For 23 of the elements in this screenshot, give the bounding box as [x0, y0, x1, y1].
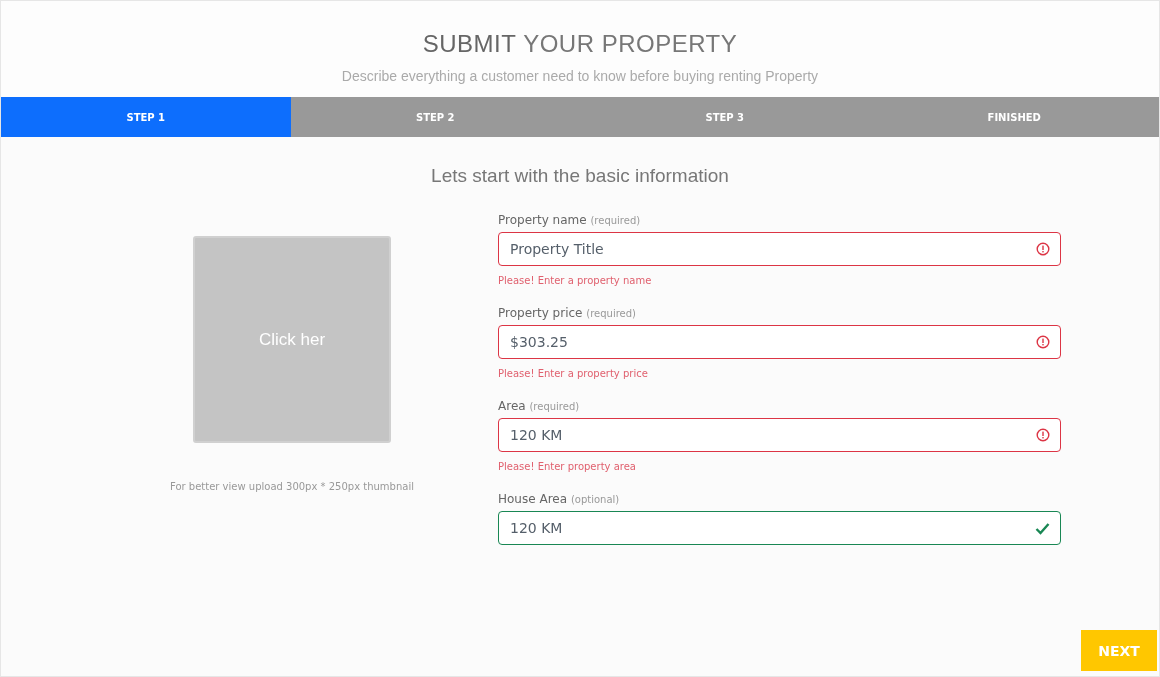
- field-label: Property price (required): [498, 306, 637, 320]
- upload-hint: For better view upload 300px * 250px thumbnail: [170, 481, 414, 492]
- error-icon: [1036, 428, 1050, 442]
- step-tab[interactable]: STEP 1: [1, 97, 291, 137]
- error-message: Please! Enter a property price: [498, 368, 649, 379]
- field-label: House Area (optional): [498, 492, 621, 506]
- step-tab[interactable]: FINISHED: [869, 97, 1159, 137]
- input-field[interactable]: Property Title: [498, 232, 1061, 266]
- error-message: Please! Enter a property name: [498, 275, 653, 286]
- input-field[interactable]: 120 KM: [498, 418, 1061, 452]
- input-field[interactable]: $303.25: [498, 325, 1061, 359]
- page-title: SUBMIT YOUR PROPERTY: [422, 30, 738, 58]
- input-field[interactable]: 120 KM: [498, 511, 1061, 545]
- step-tab[interactable]: STEP 2: [290, 97, 580, 137]
- page-subtitle: Describe everything a customer need to know before buying renting Property: [341, 68, 819, 84]
- check-icon: [1035, 521, 1050, 535]
- field-label: Property name (required): [498, 213, 642, 227]
- section-title: Lets start with the basic information: [430, 165, 730, 187]
- error-message: Please! Enter property area: [498, 461, 637, 472]
- step-tab[interactable]: STEP 3: [580, 97, 870, 137]
- error-icon: [1036, 242, 1050, 256]
- field-label: Area (required): [498, 399, 581, 413]
- error-icon: [1036, 335, 1050, 349]
